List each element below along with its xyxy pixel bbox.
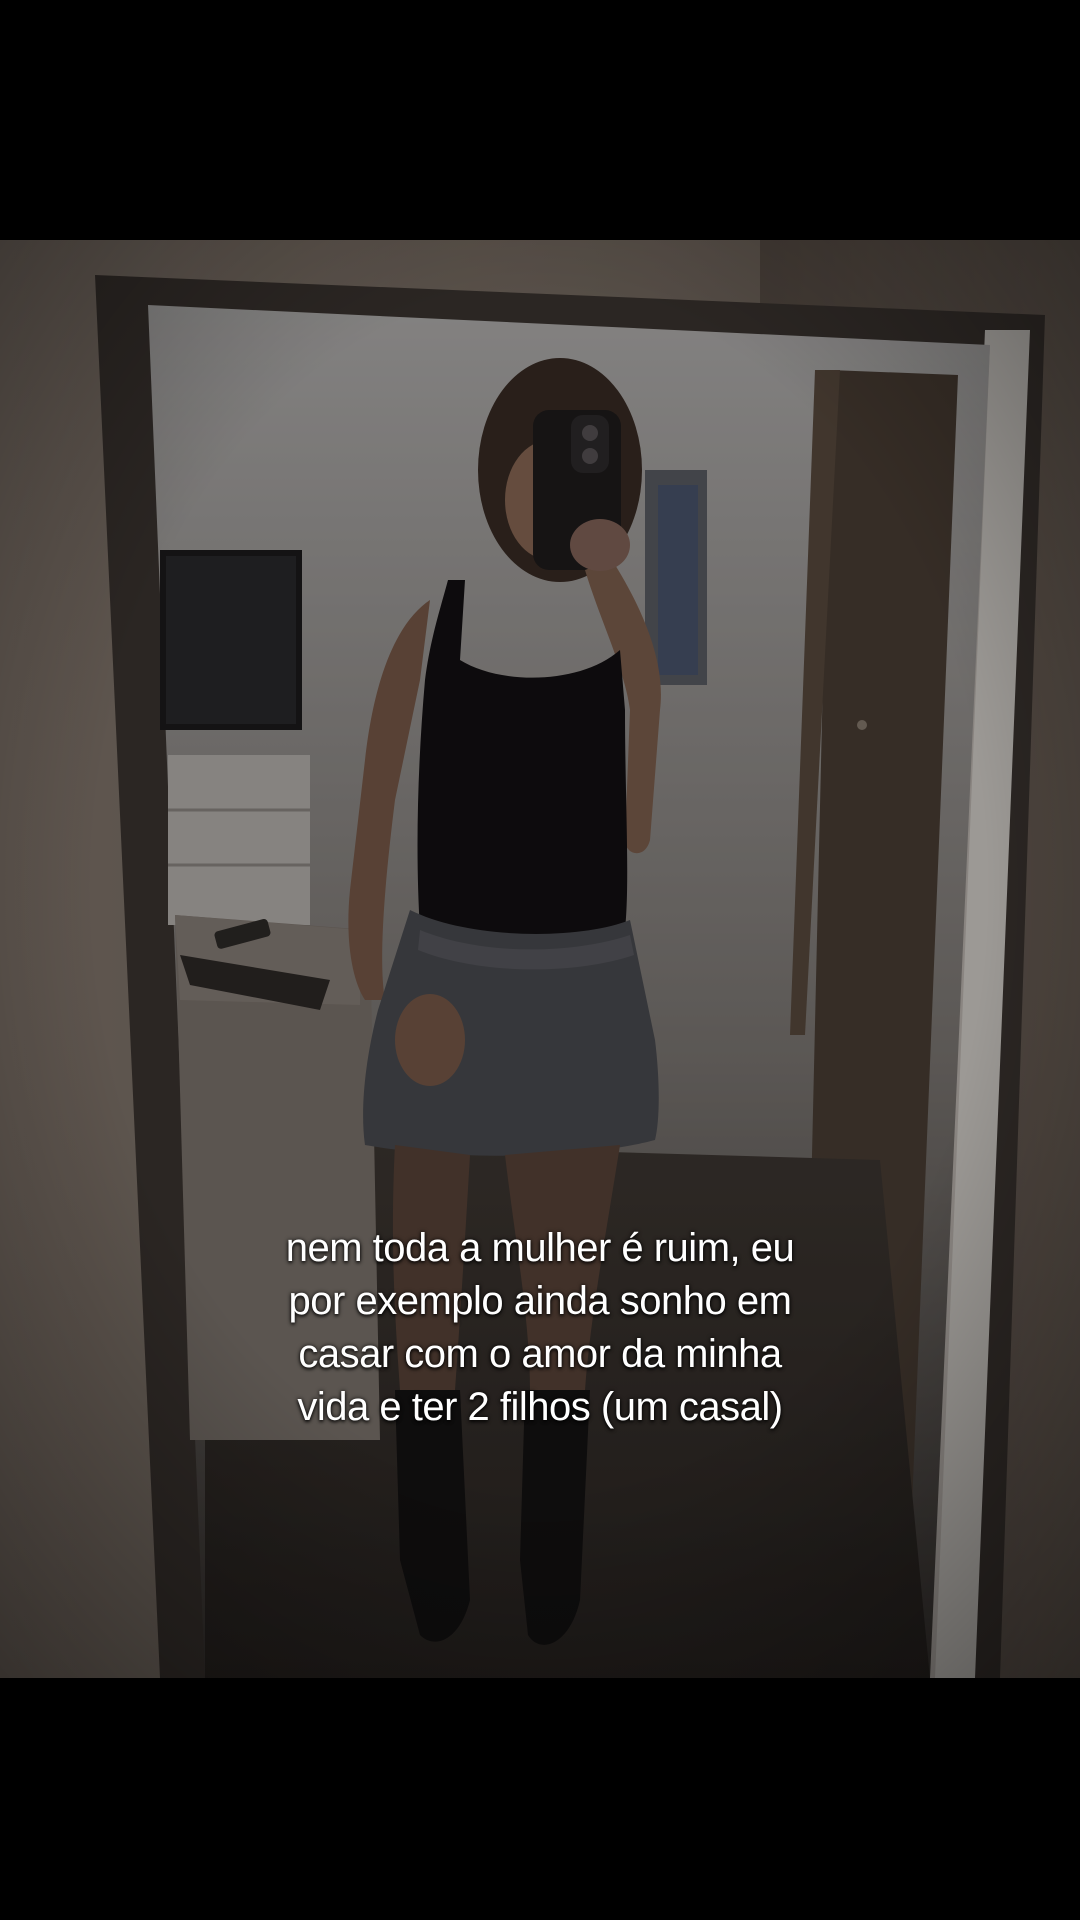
mirror-selfie-photo <box>0 240 1080 1678</box>
mirror-selfie-illustration <box>0 240 1080 1678</box>
caption-line-3: casar com o amor da minha <box>298 1332 782 1376</box>
video-screen[interactable]: nem toda a mulher é ruim, eu por exemplo… <box>0 0 1080 1920</box>
caption-line-2: por exemplo ainda sonho em <box>288 1279 792 1323</box>
letterbox-top <box>0 0 1080 240</box>
caption-line-1: nem toda a mulher é ruim, eu <box>285 1226 795 1270</box>
video-caption: nem toda a mulher é ruim, eu por exemplo… <box>190 1222 890 1434</box>
letterbox-bottom <box>0 1678 1080 1920</box>
caption-line-4: vida e ter 2 filhos (um casal) <box>297 1385 783 1429</box>
